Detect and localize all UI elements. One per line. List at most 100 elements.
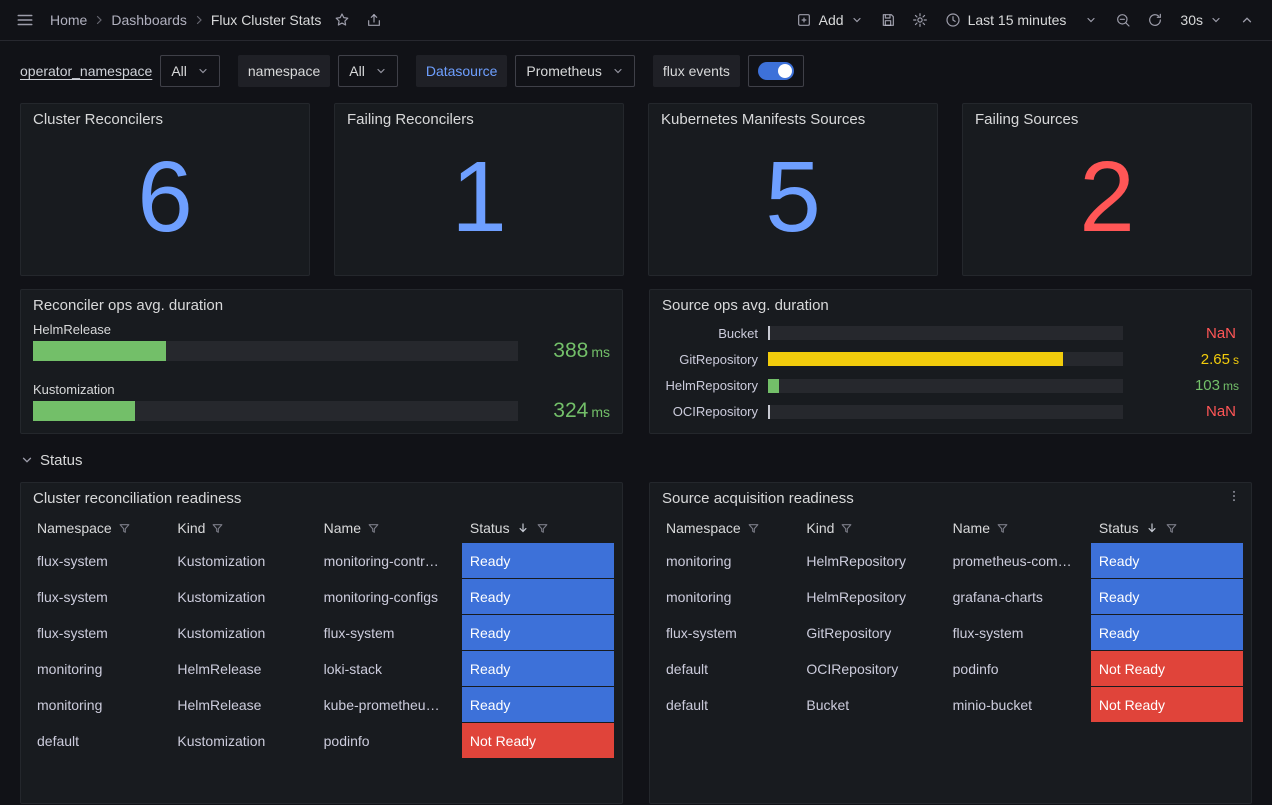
panel-cluster-reconciliation-readiness: Cluster reconciliation readiness Namespa… (20, 482, 623, 804)
bar-fill (768, 352, 1063, 366)
panel-title[interactable]: Failing Reconcilers (335, 104, 623, 132)
refresh-icon[interactable] (1140, 5, 1170, 35)
operator-namespace-select[interactable]: All (160, 55, 220, 87)
variable-label-datasource: Datasource (416, 55, 508, 87)
panel-menu-kebab-icon[interactable] (1227, 483, 1251, 503)
panel-cluster-reconcilers: Cluster Reconcilers 6 (20, 103, 310, 276)
filter-icon[interactable] (367, 522, 380, 535)
bar-label: HelmRepository (662, 378, 758, 393)
cell-namespace: flux-system (29, 615, 169, 651)
column-header-kind[interactable]: Kind (798, 513, 944, 543)
save-dashboard-icon[interactable] (873, 5, 903, 35)
filter-icon[interactable] (118, 522, 131, 535)
table-row: default OCIRepository podinfo Not Ready (658, 651, 1243, 687)
column-header-namespace[interactable]: Namespace (29, 513, 169, 543)
dashboard-canvas: Cluster Reconcilers 6 Failing Reconciler… (0, 103, 1272, 804)
filter-icon[interactable] (747, 522, 760, 535)
bar-track (33, 401, 518, 421)
panel-title[interactable]: Failing Sources (963, 104, 1251, 132)
bar-fill (768, 379, 779, 393)
chevron-down-icon (1210, 14, 1222, 26)
status-badge: Not Ready (1091, 687, 1243, 722)
sort-descending-icon[interactable] (516, 521, 530, 535)
row-toggle-status[interactable]: Status (20, 446, 83, 474)
stat-value: 2 (963, 132, 1251, 275)
table-row: default Bucket minio-bucket Not Ready (658, 687, 1243, 723)
filter-icon[interactable] (211, 522, 224, 535)
cell-name: minio-bucket (945, 687, 1091, 723)
column-header-kind[interactable]: Kind (169, 513, 315, 543)
bar-value: NaN (1133, 325, 1239, 342)
refresh-interval-picker[interactable]: 30s (1172, 4, 1230, 36)
bar-label: OCIRepository (662, 404, 758, 419)
table-row: monitoring HelmRelease kube-prometheu… R… (29, 687, 614, 723)
cell-namespace: monitoring (658, 543, 798, 579)
panel-source-acquisition-readiness: Source acquisition readiness Namespace K… (649, 482, 1252, 804)
filter-icon[interactable] (536, 522, 549, 535)
panel-title[interactable]: Cluster reconciliation readiness (21, 483, 253, 511)
bar-gauge-row: Bucket NaN (662, 322, 1239, 344)
add-panel-icon (796, 12, 812, 28)
cell-name: flux-system (316, 615, 462, 651)
column-header-name[interactable]: Name (945, 513, 1091, 543)
cell-namespace: monitoring (658, 579, 798, 615)
cell-kind: HelmRepository (798, 579, 944, 615)
panel-source-ops-duration: Source ops avg. duration Bucket NaN GitR… (649, 289, 1252, 434)
panel-title[interactable]: Source ops avg. duration (650, 290, 1251, 318)
collapse-chevron-up-icon[interactable] (1232, 5, 1262, 35)
namespace-select[interactable]: All (338, 55, 398, 87)
filter-icon[interactable] (840, 522, 853, 535)
time-range-caret-icon[interactable] (1076, 5, 1106, 35)
top-nav: Home Dashboards Flux Cluster Stats Add (0, 0, 1272, 41)
variable-label-operator-namespace[interactable]: operator_namespace (20, 63, 152, 79)
status-badge: Ready (1091, 615, 1243, 650)
panel-title[interactable]: Reconciler ops avg. duration (21, 290, 622, 318)
cell-namespace: monitoring (29, 651, 169, 687)
dashboard-settings-gear-icon[interactable] (905, 5, 935, 35)
column-header-status[interactable]: Status (1091, 513, 1243, 543)
bar-track (768, 326, 1123, 340)
table-row: flux-system Kustomization monitoring-con… (29, 579, 614, 615)
cell-namespace: default (29, 723, 169, 759)
cell-kind: Kustomization (169, 615, 315, 651)
cell-namespace: default (658, 651, 798, 687)
zoom-out-icon[interactable] (1108, 5, 1138, 35)
column-header-status[interactable]: Status (462, 513, 614, 543)
status-badge: Ready (462, 543, 614, 578)
cell-name: flux-system (945, 615, 1091, 651)
time-range-picker[interactable]: Last 15 minutes (937, 4, 1075, 36)
bar-fill (768, 326, 770, 340)
add-button[interactable]: Add (788, 4, 871, 36)
filter-icon[interactable] (996, 522, 1009, 535)
cell-name: loki-stack (316, 651, 462, 687)
breadcrumb-home[interactable]: Home (46, 12, 91, 28)
bar-track (768, 352, 1123, 366)
panel-title[interactable]: Kubernetes Manifests Sources (649, 104, 937, 132)
bar-value: 324ms (532, 400, 610, 421)
sort-descending-icon[interactable] (1145, 521, 1159, 535)
breadcrumb-current-dashboard: Flux Cluster Stats (207, 12, 325, 28)
breadcrumb-dashboards[interactable]: Dashboards (107, 12, 191, 28)
panel-title[interactable]: Cluster Reconcilers (21, 104, 309, 132)
chevron-down-icon (197, 65, 209, 77)
filter-icon[interactable] (1165, 522, 1178, 535)
column-header-namespace[interactable]: Namespace (658, 513, 798, 543)
bar-track (33, 341, 518, 361)
star-icon[interactable] (327, 5, 357, 35)
panel-failing-sources: Failing Sources 2 (962, 103, 1252, 276)
chevron-down-icon (612, 65, 624, 77)
cell-kind: HelmRelease (169, 651, 315, 687)
datasource-select[interactable]: Prometheus (515, 55, 634, 87)
table-row: default Kustomization podinfo Not Ready (29, 723, 614, 759)
column-header-name[interactable]: Name (316, 513, 462, 543)
cell-kind: Bucket (798, 687, 944, 723)
cell-namespace: flux-system (29, 579, 169, 615)
cell-name: monitoring-contr… (316, 543, 462, 579)
flux-events-toggle[interactable] (748, 55, 804, 87)
panel-title[interactable]: Source acquisition readiness (650, 483, 866, 511)
table-row: flux-system Kustomization monitoring-con… (29, 543, 614, 579)
share-icon[interactable] (359, 5, 389, 35)
cell-kind: Kustomization (169, 543, 315, 579)
reconciliation-table: Namespace Kind Name Status flux-system K… (29, 513, 614, 759)
menu-icon[interactable] (10, 5, 40, 35)
